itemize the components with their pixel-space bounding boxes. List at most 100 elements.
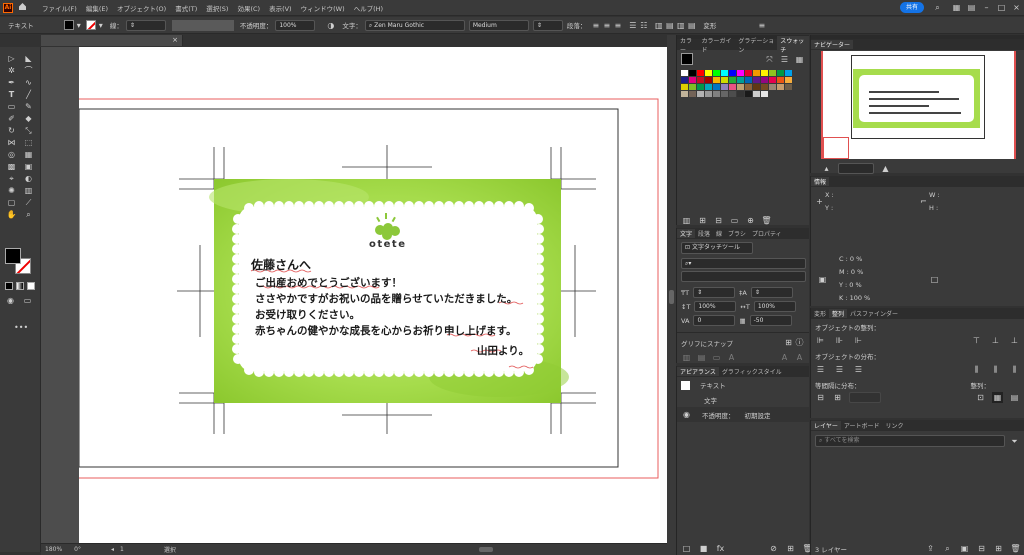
line-tool-icon[interactable]: ╱ [23,89,34,100]
message-line-2[interactable]: ささやかですがお祝いの品を贈らせていただきました。 [255,291,517,306]
type-tool-icon[interactable]: T [6,89,17,100]
symbol-sprayer-icon[interactable]: ✺ [6,185,17,196]
status-mode[interactable]: 選択 [164,545,176,554]
color-swatch[interactable] [713,77,720,83]
workspace-icon[interactable]: ▤ [966,2,977,13]
delete-layer-icon[interactable]: 🗑 [1010,543,1021,554]
menu-select[interactable]: 選択(S) [206,3,228,13]
tab-brush[interactable]: ブラシ [725,229,749,238]
document-tab[interactable]: × [41,35,183,46]
font-family-field[interactable]: ⌕ Zen Maru Gothic [364,19,465,31]
color-swatch[interactable] [681,84,688,90]
tab-graphic-styles[interactable]: グラフィックスタイル [719,367,785,376]
font-style-select[interactable] [681,271,806,282]
font-weight-field[interactable]: Medium [468,19,529,31]
list-view-icon[interactable]: ☰ [779,54,790,65]
add-effect-icon[interactable]: fx [715,543,726,554]
align-horizontal-icon[interactable]: ▥ [675,20,686,31]
perspective-grid-icon[interactable]: ▦ [23,149,34,160]
dist-right-icon[interactable]: ⫼ [1009,364,1020,375]
snap-angle-icon[interactable]: A [779,352,790,363]
swatch-fill-stroke[interactable] [681,53,693,65]
align-center-icon[interactable]: ≡ [601,20,612,31]
color-swatch[interactable] [737,84,744,90]
prev-artboard-icon[interactable]: ◂ [111,546,114,553]
color-swatch[interactable] [705,77,712,83]
greeting-text[interactable]: 佐藤さんへ [251,256,311,273]
glyph-snap-options-icon[interactable]: ⊞ [783,337,794,348]
menu-file[interactable]: ファイル(F) [42,3,77,13]
fill-stroke-widget[interactable] [5,248,33,276]
zoom-field[interactable]: 180% [45,546,62,553]
tab-color-guide[interactable]: カラーガイド [698,36,735,54]
add-fill-icon[interactable]: ■ [698,543,709,554]
color-swatch[interactable] [713,70,720,76]
message-line-4[interactable]: 赤ちゃんの健やかな成長を心からお祈り申し上げます。 [255,323,516,338]
color-swatch[interactable] [729,91,736,97]
color-swatch[interactable] [761,77,768,83]
transform-link[interactable]: 変形 [703,20,716,30]
panel-menu-icon[interactable]: ≡ [756,20,767,31]
color-swatch[interactable] [777,70,784,76]
lasso-icon[interactable]: ⌒ [23,65,34,76]
tab-transform[interactable]: 変形 [811,309,829,318]
color-swatch[interactable] [761,70,768,76]
clipping-mask-icon[interactable]: ▣ [959,543,970,554]
grid-view-icon[interactable]: ▦ [794,54,805,65]
color-swatch[interactable] [681,70,688,76]
color-swatch[interactable] [745,77,752,83]
color-swatch[interactable] [689,77,696,83]
appearance-text-row[interactable]: テキスト [700,380,726,390]
tab-paragraph[interactable]: 段落 [695,229,713,238]
spacing-value-field[interactable] [849,392,881,403]
minimize-icon[interactable]: – [981,2,992,13]
color-swatch[interactable] [745,91,752,97]
align-to-artboard-icon[interactable]: ▤ [1009,392,1020,403]
info-icon[interactable]: ⓘ [794,337,805,348]
magic-wand-icon[interactable]: ✲ [6,65,17,76]
close-tab-icon[interactable]: × [172,36,178,44]
color-swatch[interactable] [721,77,728,83]
color-mode-icon[interactable] [5,282,13,290]
slice-tool-icon[interactable]: ⟋ [23,197,34,208]
color-swatch[interactable] [729,70,736,76]
tab-swatches[interactable]: スウォッチ [777,35,809,54]
color-swatch[interactable] [753,70,760,76]
align-left-icon[interactable]: ≡ [590,20,601,31]
delete-swatch-icon[interactable]: 🗑 [761,215,772,226]
artboard[interactable]: otete 佐藤さんへ ご出産おめでとうございます！ ささやかですがお祝いの品を… [79,47,667,543]
rotate-tool-icon[interactable]: ↻ [6,125,17,136]
message-line-1[interactable]: ご出産おめでとうございます！ [255,275,402,290]
gradient-mode-icon[interactable] [16,282,24,290]
selection-tool-icon[interactable]: ▷ [6,53,17,64]
kerning-input[interactable]: -50 [749,315,792,326]
snap-xheight-icon[interactable]: ▤ [696,352,707,363]
menu-type[interactable]: 書式(T) [175,3,197,13]
share-button[interactable]: 共有 [899,2,924,13]
color-swatch[interactable] [769,70,776,76]
color-swatch[interactable] [697,70,704,76]
align-h-center-icon[interactable]: ⊪ [834,335,845,346]
leading-input[interactable]: ⇕ [750,287,793,298]
zoom-tool-icon[interactable]: ⌕ [23,209,34,220]
color-swatch[interactable] [745,84,752,90]
align-v-center-icon[interactable]: ⊥ [990,335,1001,346]
color-swatch[interactable] [721,91,728,97]
space-v-icon[interactable]: ⊟ [815,392,826,403]
dist-top-icon[interactable]: ☰ [815,364,826,375]
zoom-out-icon[interactable]: ▴ [821,163,832,174]
color-swatch[interactable] [761,91,768,97]
swatch-options-icon[interactable]: ⤧ [764,54,775,65]
font-size-input[interactable]: ⇕ [693,287,736,298]
tab-links[interactable]: リンク [882,421,906,430]
new-swatch-icon[interactable]: ⊕ [745,215,756,226]
color-swatch[interactable] [705,91,712,97]
tab-appearance[interactable]: アピアランス [677,367,719,376]
align-bottom-icon[interactable]: ⊥ [1009,335,1020,346]
color-swatch[interactable] [697,77,704,83]
menu-edit[interactable]: 編集(E) [86,3,108,13]
layers-search-input[interactable]: ⌕ すべてを検索 [815,435,1005,447]
horizontal-scale-input[interactable]: 100% [753,301,796,312]
color-swatch[interactable] [745,70,752,76]
color-swatch[interactable] [777,84,784,90]
